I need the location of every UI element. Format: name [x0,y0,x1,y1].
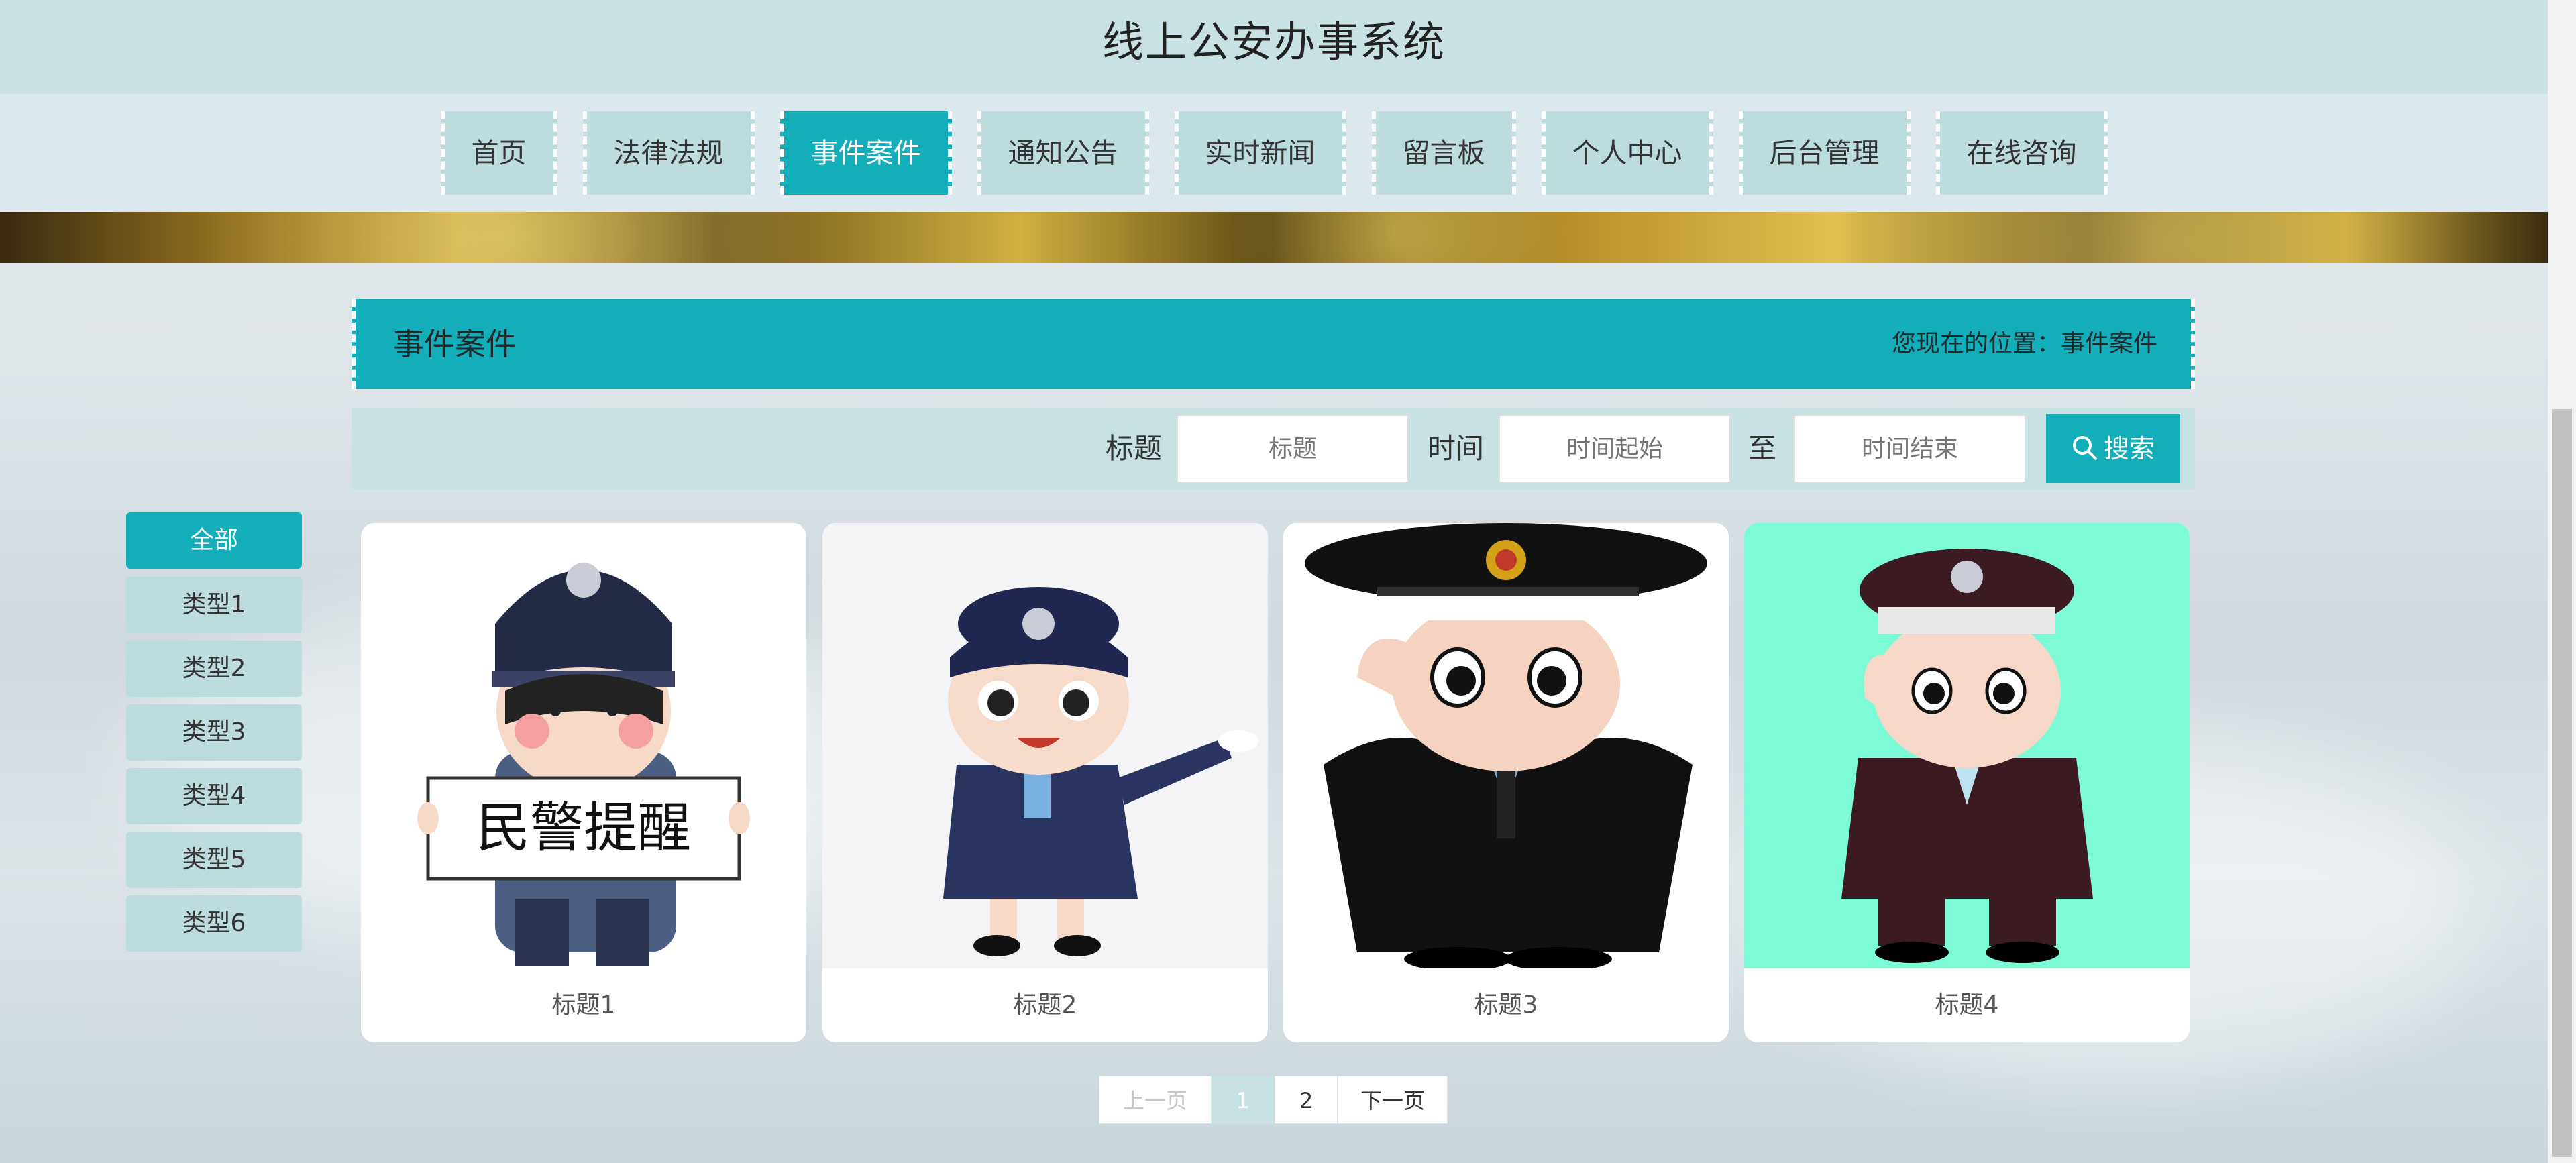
banner-image [0,212,2548,263]
card-title[interactable]: 标题1 [361,968,806,1042]
nav-item-home[interactable]: 首页 [440,111,557,195]
category-type5[interactable]: 类型5 [126,832,302,888]
nav-item-news[interactable]: 实时新闻 [1174,111,1346,195]
time-label: 时间 [1428,432,1485,465]
prev-page-button[interactable]: 上一页 [1099,1076,1212,1124]
case-card[interactable]: 标题3 [1283,523,1729,1042]
category-type2[interactable]: 类型2 [126,641,302,697]
scrollbar-thumb[interactable] [2552,409,2572,1157]
title-search-input[interactable] [1177,414,1409,483]
category-type6[interactable]: 类型6 [126,895,302,952]
scrollbar[interactable] [2548,0,2576,1163]
police-saluting-illustration [1283,523,1729,968]
nav-item-laws[interactable]: 法律法规 [582,111,755,195]
sign-text: 民警提醒 [476,797,691,859]
nav-item-consult[interactable]: 在线咨询 [1935,111,2108,195]
page-1-button[interactable]: 1 [1212,1076,1275,1124]
to-label: 至 [1748,432,1777,465]
time-end-input[interactable] [1794,414,2026,483]
next-page-button[interactable]: 下一页 [1338,1076,1448,1124]
site-header: 线上公安办事系统 [0,0,2548,94]
section-header: 事件案件 您现在的位置：事件案件 [352,299,2195,389]
nav-item-cases[interactable]: 事件案件 [780,111,952,195]
case-card[interactable]: 标题4 [1744,523,2190,1042]
search-button-label: 搜索 [2103,434,2155,463]
category-type1[interactable]: 类型1 [126,577,302,633]
case-card[interactable]: 民警提醒 标题1 [361,523,806,1042]
search-icon [2072,436,2097,460]
main-nav: 首页 法律法规 事件案件 通知公告 实时新闻 留言板 个人中心 后台管理 在线咨… [0,111,2548,195]
card-title[interactable]: 标题4 [1744,968,2190,1042]
category-all[interactable]: 全部 [126,512,302,569]
section-title: 事件案件 [393,326,517,362]
nav-item-notices[interactable]: 通知公告 [977,111,1149,195]
police-saluting-mint-illustration [1744,523,2190,968]
time-start-input[interactable] [1499,414,1731,483]
page-2-button[interactable]: 2 [1275,1076,1338,1124]
nav-item-message-board[interactable]: 留言板 [1371,111,1516,195]
category-type3[interactable]: 类型3 [126,704,302,761]
case-card[interactable]: 标题2 [822,523,1268,1042]
search-button[interactable]: 搜索 [2046,414,2180,483]
search-bar: 标题 时间 至 [352,408,2195,490]
card-title[interactable]: 标题2 [822,968,1268,1042]
title-label: 标题 [1106,432,1163,465]
card-title[interactable]: 标题3 [1283,968,1729,1042]
site-title: 线上公安办事系统 [1102,17,1446,66]
police-sign-illustration [361,523,806,968]
breadcrumb: 您现在的位置：事件案件 [1891,330,2157,357]
category-type4[interactable]: 类型4 [126,768,302,824]
nav-item-profile[interactable]: 个人中心 [1541,111,1713,195]
police-pointing-illustration [822,523,1268,968]
nav-item-admin[interactable]: 后台管理 [1738,111,1911,195]
